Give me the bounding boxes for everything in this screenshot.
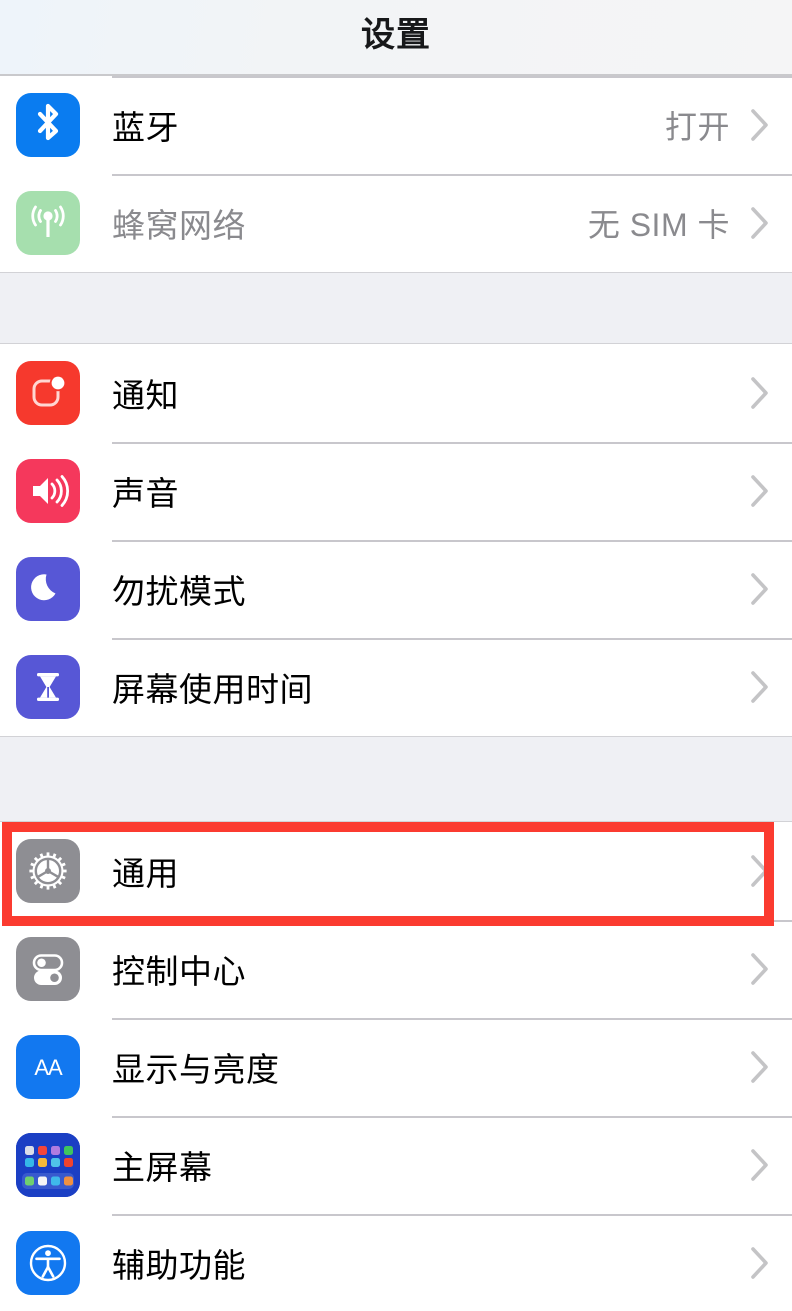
chevron-right-icon bbox=[750, 1050, 770, 1084]
chevron-right-icon bbox=[750, 572, 770, 606]
row-separator bbox=[112, 540, 792, 542]
settings-row-label: 蜂窝网络 bbox=[112, 207, 246, 244]
settings-row-label: 屏幕使用时间 bbox=[112, 671, 313, 708]
cellular-icon bbox=[16, 191, 80, 255]
settings-row-accessibility[interactable]: 辅助功能 bbox=[0, 1214, 792, 1311]
chevron-right-icon bbox=[750, 854, 770, 888]
settings-screen: 设置 蓝牙 打开 蜂窝网络 无 SIM 卡 通知 声音 勿扰模式 屏幕使用时间 … bbox=[0, 0, 792, 1311]
settings-row-label: 通用 bbox=[112, 855, 179, 892]
settings-group-system: 通用 控制中心 AA 显示与亮度 主屏幕 辅助功能 bbox=[0, 822, 792, 1311]
row-separator bbox=[112, 1018, 792, 1020]
group-separator-gap bbox=[0, 736, 792, 822]
chevron-right-icon bbox=[750, 206, 770, 240]
hourglass-icon bbox=[16, 655, 80, 719]
row-separator bbox=[112, 638, 792, 640]
settings-row-label: 辅助功能 bbox=[112, 1247, 246, 1284]
chevron-right-icon bbox=[750, 376, 770, 410]
settings-row-value: 打开 bbox=[664, 109, 730, 145]
settings-row-label: 蓝牙 bbox=[112, 109, 179, 146]
settings-row-display-brightness[interactable]: AA 显示与亮度 bbox=[0, 1018, 792, 1116]
settings-row-label: 通知 bbox=[112, 377, 179, 414]
settings-row-label: 显示与亮度 bbox=[112, 1051, 280, 1088]
row-separator bbox=[112, 920, 792, 922]
bluetooth-icon bbox=[16, 93, 80, 157]
settings-row-screen-time[interactable]: 屏幕使用时间 bbox=[0, 638, 792, 736]
row-separator bbox=[112, 1214, 792, 1216]
settings-group-alerts: 通知 声音 勿扰模式 屏幕使用时间 bbox=[0, 344, 792, 736]
settings-group-connectivity: 蓝牙 打开 蜂窝网络 无 SIM 卡 bbox=[0, 76, 792, 272]
svg-text:AA: AA bbox=[34, 1055, 63, 1080]
navigation-bar: 设置 bbox=[0, 0, 792, 76]
settings-row-notifications[interactable]: 通知 bbox=[0, 344, 792, 442]
gear-icon bbox=[16, 839, 80, 903]
chevron-right-icon bbox=[750, 952, 770, 986]
settings-row-general[interactable]: 通用 bbox=[0, 822, 792, 920]
chevron-right-icon bbox=[750, 474, 770, 508]
row-separator bbox=[112, 1116, 792, 1118]
accessibility-icon bbox=[16, 1231, 80, 1295]
settings-row-value: 无 SIM 卡 bbox=[587, 207, 730, 243]
sounds-icon bbox=[16, 459, 80, 523]
chevron-right-icon bbox=[750, 108, 770, 142]
group-separator-gap bbox=[0, 272, 792, 344]
row-separator bbox=[112, 174, 792, 176]
settings-row-do-not-disturb[interactable]: 勿扰模式 bbox=[0, 540, 792, 638]
settings-row-label: 勿扰模式 bbox=[112, 573, 246, 610]
chevron-right-icon bbox=[750, 670, 770, 704]
settings-row-label: 声音 bbox=[112, 475, 179, 512]
display-aa-icon: AA bbox=[16, 1035, 80, 1099]
settings-row-home-screen[interactable]: 主屏幕 bbox=[0, 1116, 792, 1214]
chevron-right-icon bbox=[750, 1148, 770, 1182]
notifications-icon bbox=[16, 361, 80, 425]
settings-row-bluetooth[interactable]: 蓝牙 打开 bbox=[0, 76, 792, 174]
row-separator bbox=[112, 76, 792, 78]
moon-icon bbox=[16, 557, 80, 621]
control-center-icon bbox=[16, 937, 80, 1001]
settings-row-label: 控制中心 bbox=[112, 953, 246, 990]
page-title: 设置 bbox=[361, 16, 431, 54]
settings-row-control-center[interactable]: 控制中心 bbox=[0, 920, 792, 1018]
home-screen-grid-icon bbox=[16, 1133, 80, 1197]
settings-row-cellular[interactable]: 蜂窝网络 无 SIM 卡 bbox=[0, 174, 792, 272]
settings-row-label: 主屏幕 bbox=[112, 1149, 213, 1186]
settings-row-sounds[interactable]: 声音 bbox=[0, 442, 792, 540]
row-separator bbox=[112, 442, 792, 444]
chevron-right-icon bbox=[750, 1246, 770, 1280]
